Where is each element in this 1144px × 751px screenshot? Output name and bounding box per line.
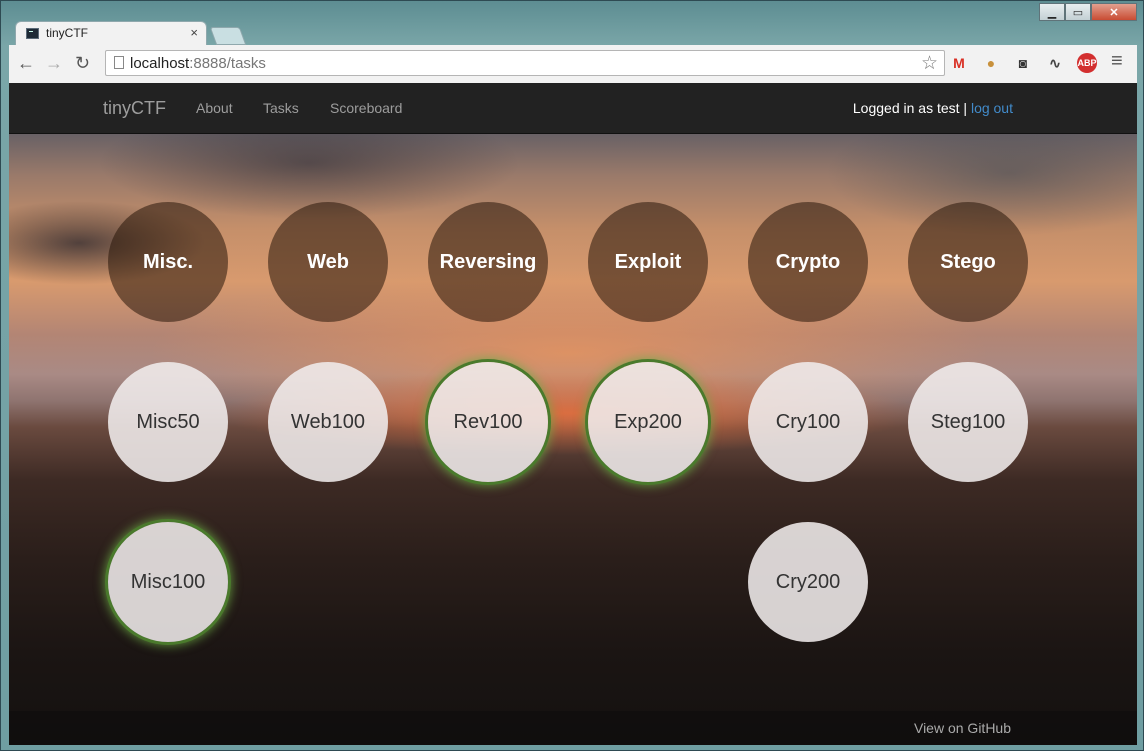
forward-arrow-icon[interactable]: → bbox=[45, 53, 63, 73]
task-cry200[interactable]: Cry200 bbox=[748, 522, 868, 642]
page-viewport: tinyCTF About Tasks Scoreboard Logged in… bbox=[9, 83, 1137, 745]
category-misc: Misc. bbox=[108, 202, 228, 322]
cookie-icon[interactable]: ● bbox=[981, 53, 1001, 73]
logout-link[interactable]: log out bbox=[971, 100, 1013, 116]
pulse-icon[interactable]: ∿ bbox=[1045, 53, 1065, 73]
task-cry100[interactable]: Cry100 bbox=[748, 362, 868, 482]
browser-toolbar: ← → ↻ localhost:8888/tasks ☆ M ● ◙ ∿ ABP ≡ bbox=[9, 45, 1137, 84]
reload-icon[interactable]: ↻ bbox=[75, 53, 90, 73]
task-steg100[interactable]: Steg100 bbox=[908, 362, 1028, 482]
browser-window: tinyCTF × ▁ ▭ ✕ ← → ↻ localhost:8888/tas… bbox=[0, 0, 1144, 751]
tab-close-icon[interactable]: × bbox=[190, 25, 198, 40]
category-crypto: Crypto bbox=[748, 202, 868, 322]
category-reversing: Reversing bbox=[428, 202, 548, 322]
adblock-icon[interactable]: ABP bbox=[1077, 53, 1097, 73]
nav-link-tasks[interactable]: Tasks bbox=[263, 100, 299, 116]
title-bar: tinyCTF × ▁ ▭ ✕ bbox=[1, 1, 1143, 45]
category-exploit: Exploit bbox=[588, 202, 708, 322]
footer: View on GitHub bbox=[9, 711, 1137, 745]
login-status: Logged in as test | log out bbox=[852, 100, 1013, 116]
nav-link-scoreboard[interactable]: Scoreboard bbox=[330, 100, 402, 116]
maximize-button[interactable]: ▭ bbox=[1065, 3, 1091, 21]
category-stego: Stego bbox=[908, 202, 1028, 322]
incognito-icon[interactable]: ◙ bbox=[1013, 53, 1033, 73]
menu-icon[interactable]: ≡ bbox=[1111, 51, 1123, 71]
brand-link[interactable]: tinyCTF bbox=[103, 98, 166, 119]
github-link[interactable]: View on GitHub bbox=[914, 720, 1011, 736]
terminal-favicon-icon bbox=[26, 28, 39, 39]
task-exp200[interactable]: Exp200 bbox=[588, 362, 708, 482]
url-text: localhost:8888/tasks bbox=[130, 55, 266, 72]
window-controls: ▁ ▭ ✕ bbox=[1039, 3, 1137, 21]
browser-tab[interactable]: tinyCTF × bbox=[15, 21, 207, 45]
site-navbar: tinyCTF About Tasks Scoreboard Logged in… bbox=[9, 83, 1137, 134]
gmail-icon[interactable]: M bbox=[949, 53, 969, 73]
new-tab-button[interactable] bbox=[209, 27, 247, 45]
task-misc50[interactable]: Misc50 bbox=[108, 362, 228, 482]
close-window-button[interactable]: ✕ bbox=[1091, 3, 1137, 21]
tab-title: tinyCTF bbox=[46, 26, 88, 40]
back-arrow-icon[interactable]: ← bbox=[17, 53, 35, 73]
task-misc100[interactable]: Misc100 bbox=[108, 522, 228, 642]
minimize-button[interactable]: ▁ bbox=[1039, 3, 1065, 21]
page-icon bbox=[114, 56, 124, 69]
task-web100[interactable]: Web100 bbox=[268, 362, 388, 482]
task-rev100[interactable]: Rev100 bbox=[428, 362, 548, 482]
bookmark-star-icon[interactable]: ☆ bbox=[921, 52, 938, 75]
address-bar[interactable]: localhost:8888/tasks ☆ bbox=[105, 50, 945, 76]
category-web: Web bbox=[268, 202, 388, 322]
nav-link-about[interactable]: About bbox=[196, 100, 233, 116]
